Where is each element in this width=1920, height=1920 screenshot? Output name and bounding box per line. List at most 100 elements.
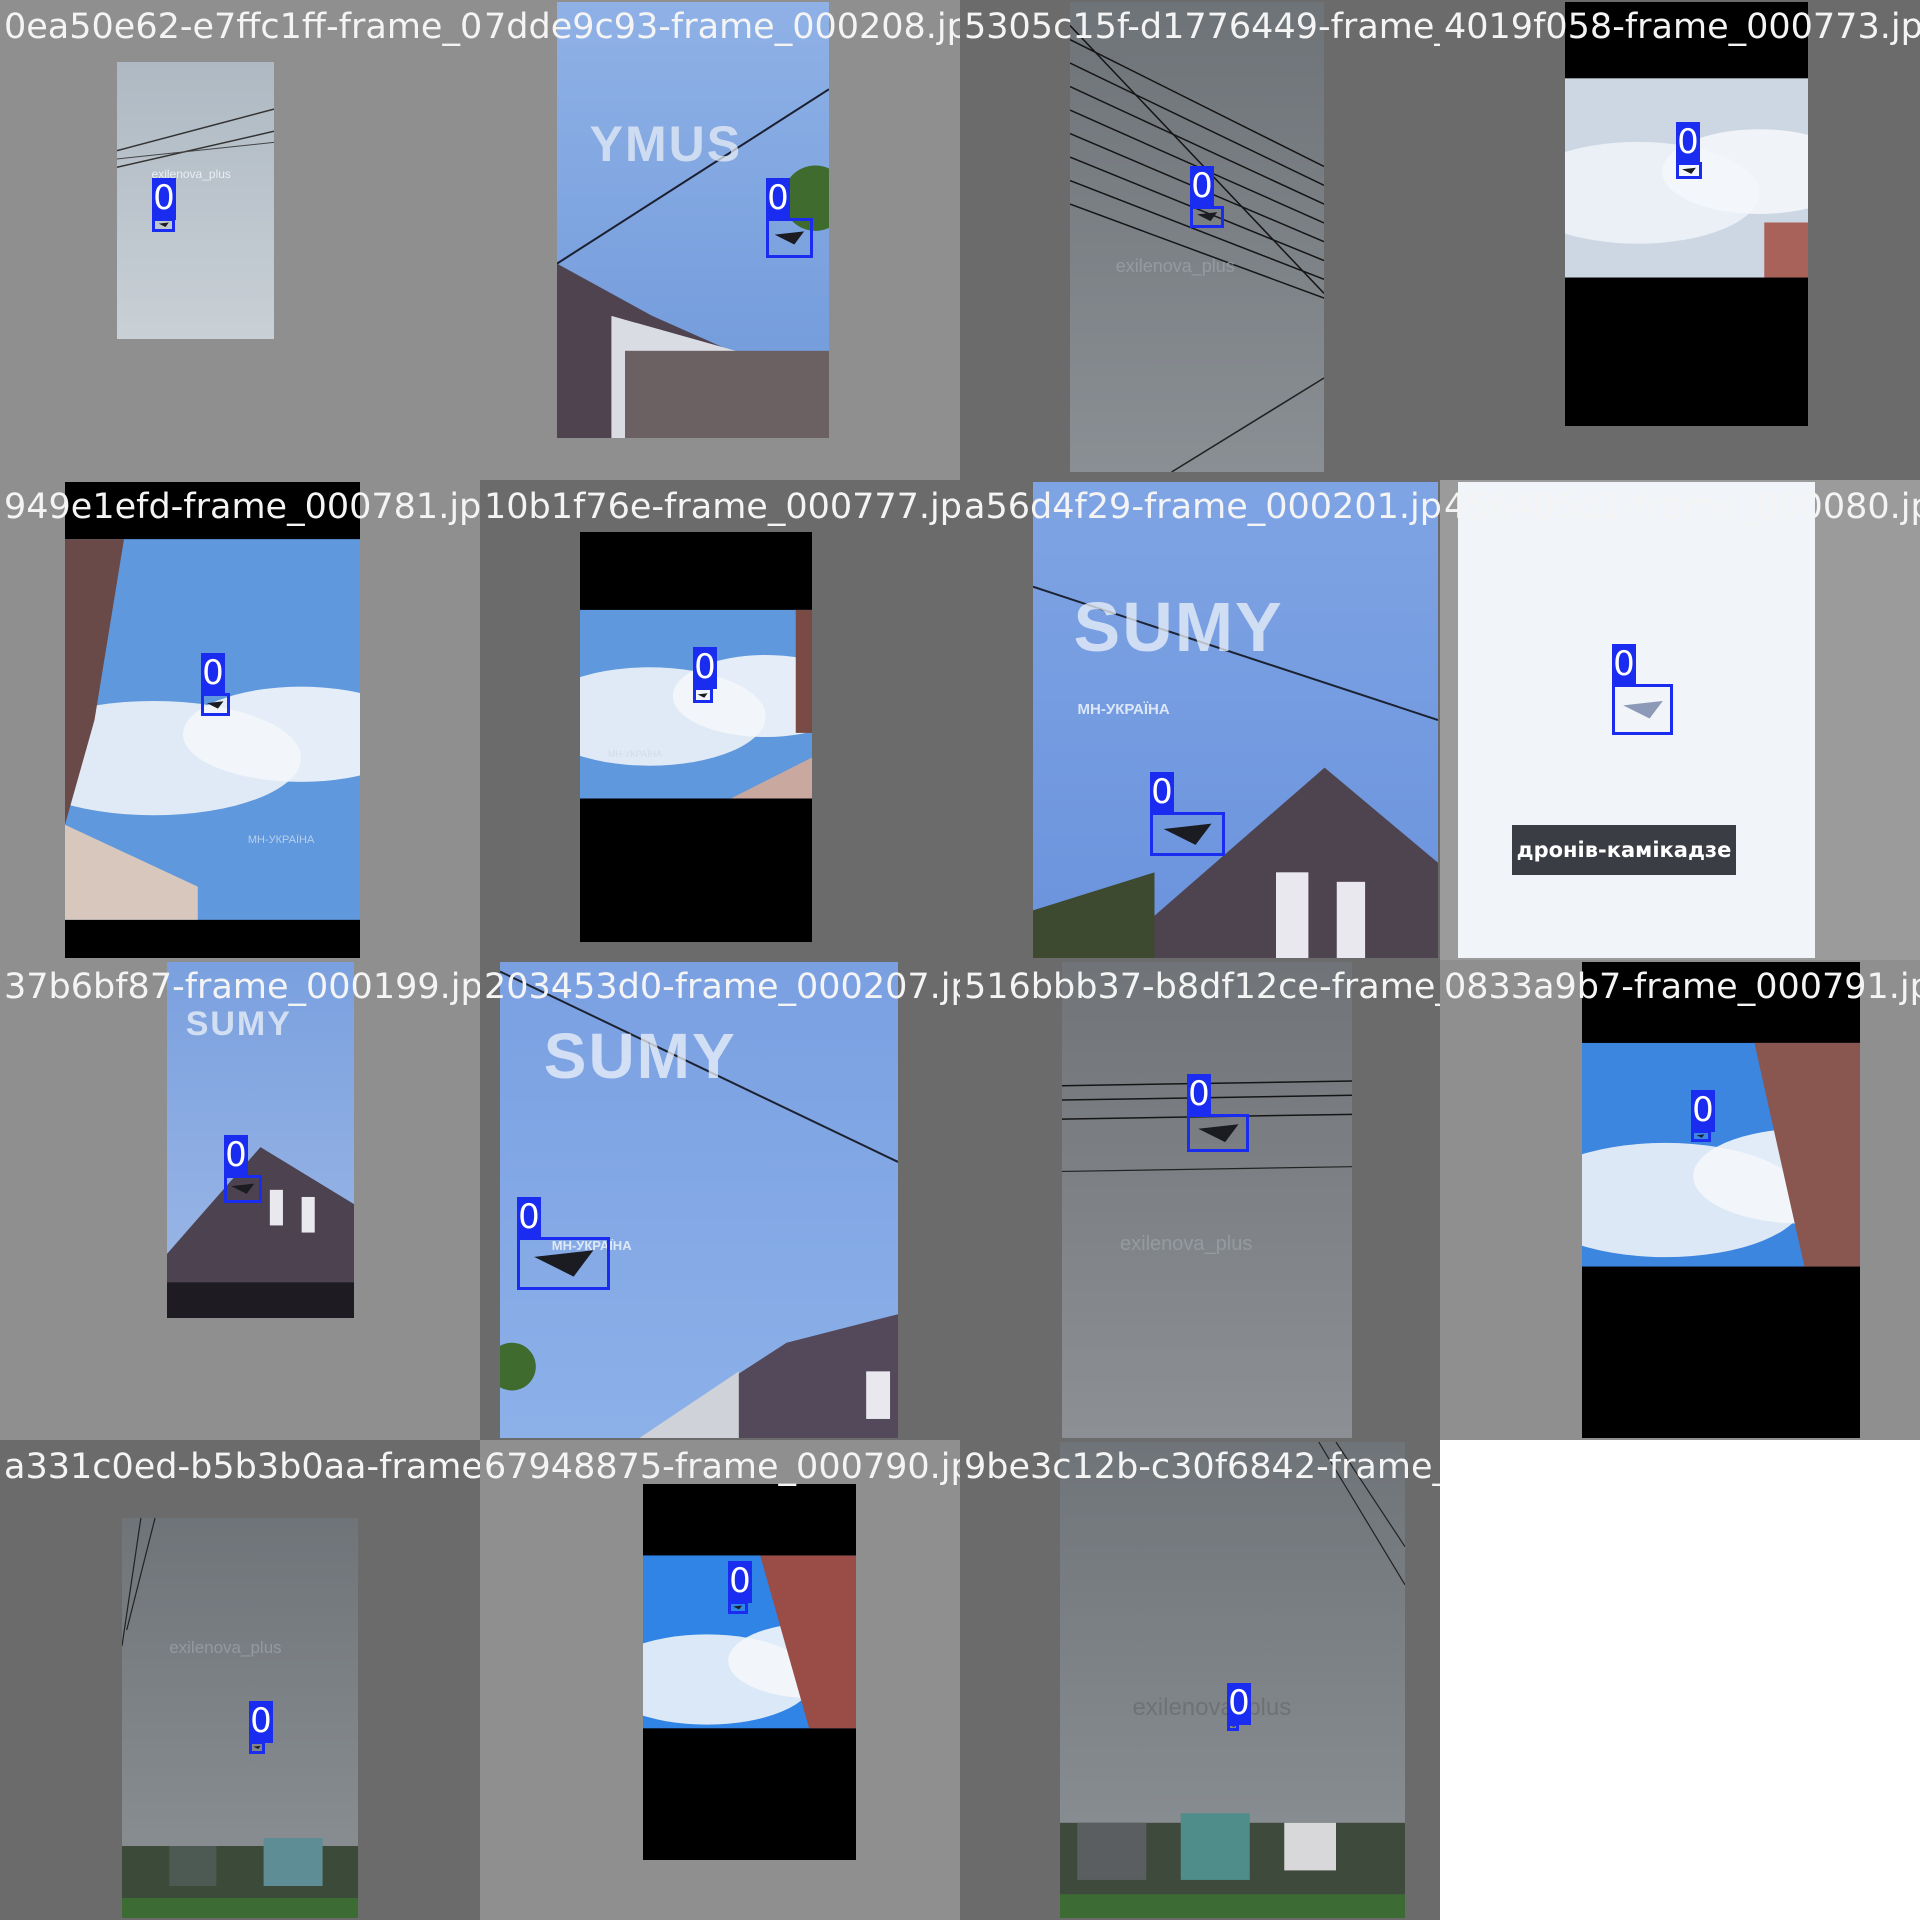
frame-photo (1565, 2, 1808, 426)
watermark-text: exilenova_plus (1132, 1694, 1292, 1722)
frame-photo (1062, 962, 1352, 1438)
video-frame (643, 1484, 856, 1860)
mosaic-tile: SUMY МН-УКРАЇНА 0 203453d0-frame_000207.jpg (480, 960, 960, 1440)
class-label-tag: 0 (1190, 166, 1214, 208)
watermark-subtext: МН-УКРАЇНА (1077, 700, 1170, 718)
detection-box (693, 687, 713, 703)
detection-mosaic: exilenova_plus 0 0ea50e62-e7ffc1ff-frame_0… (0, 0, 1920, 1920)
class-label-tag: 0 (766, 178, 790, 220)
video-frame: SUMY (167, 962, 354, 1318)
frame-photo (580, 532, 812, 942)
drone-icon (231, 1183, 255, 1195)
detection-box (1190, 206, 1224, 228)
mosaic-tile: 0 4019f058-frame_000773.jpg (1440, 0, 1920, 480)
frame-photo (1582, 962, 1860, 1438)
drone-icon (1622, 700, 1663, 719)
detection-box (152, 218, 175, 232)
detection-box (517, 1237, 610, 1290)
mosaic-tile: exilenova_plus 0 a331c0ed-b5b3b0aa-frame_0… (0, 1440, 480, 1920)
video-frame: exilenova_plus (117, 62, 274, 339)
watermark-text: exilenova_plus (1120, 1233, 1253, 1256)
detection-box (1612, 684, 1673, 735)
watermark-text: МН-УКРАЇНА (247, 834, 315, 847)
class-label-tag: 0 (693, 647, 717, 689)
video-frame: МН-УКРАЇНА (580, 532, 812, 942)
video-frame (1565, 2, 1808, 426)
tile-filename: 10b1f76e-frame_000777.jpg (484, 487, 960, 527)
drone-icon (253, 1745, 261, 1750)
drone-icon (1197, 1124, 1239, 1142)
tile-filename: 7dde9c93-frame_000208.jpg (484, 7, 960, 47)
frame-photo (117, 62, 274, 339)
class-label-tag: 0 (517, 1197, 541, 1239)
drone-icon (733, 1605, 743, 1610)
drone-icon (207, 700, 224, 709)
drone-icon (774, 231, 805, 245)
video-frame: exilenova_plus (122, 1518, 358, 1918)
tile-filename: 5305c15f-d1776449-frame_000167.jpg (964, 7, 1440, 47)
detection-box (1187, 1114, 1249, 1152)
detection-box (1150, 812, 1225, 856)
class-label-tag: 0 (1691, 1090, 1715, 1132)
mosaic-tile: SUMY 0 37b6bf87-frame_000199.jpg (0, 960, 480, 1440)
frame-photo (65, 482, 360, 958)
video-frame: exilenova_plus (1062, 962, 1352, 1438)
video-frame: МН-УКРАЇНА (65, 482, 360, 958)
frame-photo (1070, 2, 1324, 472)
video-frame: exilenova_plus (1070, 2, 1324, 472)
class-label-tag: 0 (1612, 644, 1636, 686)
drone-icon (697, 692, 709, 698)
tile-filename: 949e1efd-frame_000781.jpg (4, 487, 480, 527)
frame-photo (1033, 482, 1438, 958)
empty-cell (1440, 1440, 1920, 1920)
class-label-tag: 0 (201, 653, 225, 695)
mosaic-tile: МН-УКРАЇНА 0 10b1f76e-frame_000777.jpg (480, 480, 960, 960)
class-label-tag: 0 (152, 178, 176, 220)
drone-icon (1196, 212, 1218, 222)
class-label-tag: 0 (1187, 1074, 1211, 1116)
class-label-tag: 0 (1150, 772, 1174, 814)
watermark-text: МН-УКРАЇНА (607, 749, 663, 760)
tile-filename: a331c0ed-b5b3b0aa-frame_000488.jpg (4, 1447, 480, 1487)
class-label-tag: 0 (1227, 1683, 1251, 1725)
mosaic-tile: 0 67948875-frame_000790.jpg (480, 1440, 960, 1920)
video-frame: SUMY МН-УКРАЇНА (1033, 482, 1438, 958)
mosaic-tile: exilenova_plus 0 516bbb37-b8df12ce-frame_0… (960, 960, 1440, 1440)
watermark-text: SUMY (1073, 587, 1284, 666)
detection-box (224, 1175, 262, 1203)
drone-icon (1231, 1726, 1235, 1728)
drone-icon (1682, 167, 1696, 174)
video-frame: exilenova_plus (1060, 1442, 1405, 1918)
class-label-tag: 0 (1676, 122, 1700, 164)
drone-icon (158, 222, 169, 228)
mosaic-tile: МН-УКРАЇНА 0 949e1efd-frame_000781.jpg (0, 480, 480, 960)
video-frame (1582, 962, 1860, 1438)
tile-filename: 0833a9b7-frame_000791.jpg (1444, 967, 1920, 1007)
tile-filename: a56d4f29-frame_000201.jpg (964, 487, 1440, 527)
tile-filename: 0ea50e62-e7ffc1ff-frame_000169.jpg (4, 7, 480, 47)
frame-photo (1060, 1442, 1405, 1918)
mosaic-tile: YMUS 0 7dde9c93-frame_000208.jpg (480, 0, 960, 480)
tile-filename: 67948875-frame_000790.jpg (484, 1447, 960, 1487)
drone-icon (533, 1250, 594, 1277)
mosaic-tile: exilenova_plus 0 0ea50e62-e7ffc1ff-frame_0… (0, 0, 480, 480)
mosaic-tile: 0 0833a9b7-frame_000791.jpg (1440, 960, 1920, 1440)
frame-photo (643, 1484, 856, 1860)
video-frame: SUMY МН-УКРАЇНА (500, 962, 898, 1438)
tile-filename: 9be3c12b-c30f6842-frame_000427.jpg (964, 1447, 1440, 1487)
watermark-text: YMUS (589, 116, 743, 173)
mosaic-tile: exilenova_plus0 9be3c12b-c30f6842-frame_0… (960, 1440, 1440, 1920)
class-label-tag: 0 (728, 1561, 752, 1603)
mosaic-tile: exilenova_plus 0 5305c15f-d1776449-frame_0… (960, 0, 1440, 480)
mosaic-tile: SUMY МН-УКРАЇНА 0 a56d4f29-frame_000201.jpg (960, 480, 1440, 960)
tile-filename: 203453d0-frame_000207.jpg (484, 967, 960, 1007)
class-label-tag: 0 (249, 1701, 273, 1743)
frame-photo (122, 1518, 358, 1918)
tile-filename: 516bbb37-b8df12ce-frame_000180.jpg (964, 967, 1440, 1007)
tile-filename: 456405d1-frame_000080.jpg (1444, 487, 1920, 527)
detection-box (766, 218, 813, 258)
tile-filename: 37b6bf87-frame_000199.jpg (4, 967, 480, 1007)
class-label-tag: 0 (224, 1135, 248, 1177)
watermark-text: exilenova_plus (1115, 255, 1235, 276)
caption-subtitle: дронів-камікадзе (1511, 824, 1737, 875)
